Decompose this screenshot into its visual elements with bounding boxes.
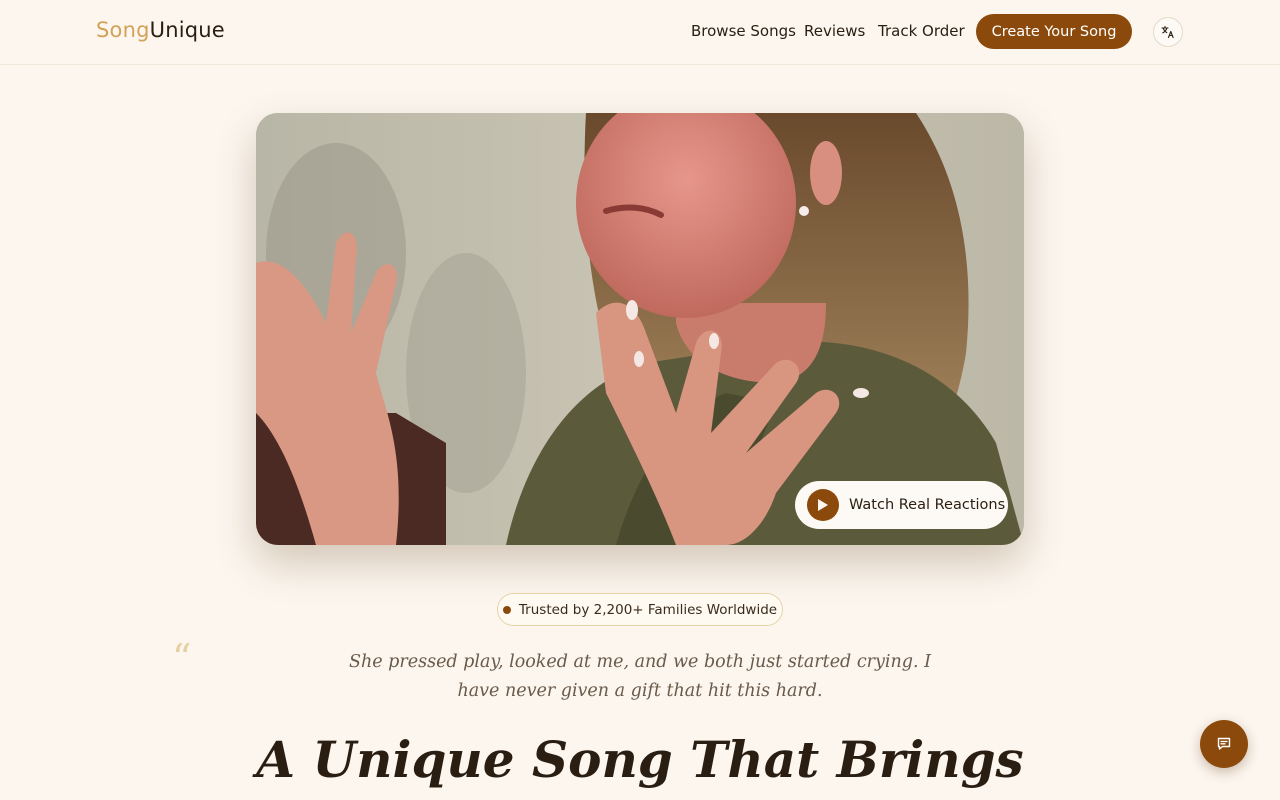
watch-reactions-button[interactable]: Watch Real Reactions bbox=[795, 481, 1008, 529]
language-button[interactable] bbox=[1153, 17, 1183, 47]
brand-logo-part2: Unique bbox=[149, 18, 225, 42]
badge-dot bbox=[502, 605, 511, 614]
watch-reactions-label: Watch Real Reactions bbox=[849, 497, 1006, 513]
create-your-song-button[interactable]: Create Your Song bbox=[976, 14, 1132, 49]
chat-button[interactable] bbox=[1200, 720, 1248, 768]
testimonial-quote: She pressed play, looked at me, and we b… bbox=[349, 652, 931, 701]
hero-headline: A Unique Song That Brings bbox=[256, 730, 1024, 789]
play-icon bbox=[807, 489, 839, 521]
trust-badge: Trusted by 2,200+ Families Worldwide bbox=[497, 593, 783, 626]
nav-reviews[interactable]: Reviews bbox=[804, 22, 865, 40]
nav-browse-songs[interactable]: Browse Songs bbox=[691, 22, 796, 40]
site-header: SongUnique Browse Songs Reviews Track Or… bbox=[0, 0, 1280, 65]
chat-icon bbox=[1217, 737, 1231, 750]
quote-mark-icon: “ bbox=[172, 636, 192, 680]
nav-track-order[interactable]: Track Order bbox=[878, 22, 965, 40]
language-icon bbox=[1161, 25, 1174, 39]
trust-badge-label: Trusted by 2,200+ Families Worldwide bbox=[518, 601, 778, 618]
brand-logo[interactable]: SongUnique bbox=[96, 18, 225, 42]
reaction-video[interactable]: Watch Real Reactions bbox=[256, 113, 1024, 545]
brand-logo-part1: Song bbox=[96, 18, 150, 42]
